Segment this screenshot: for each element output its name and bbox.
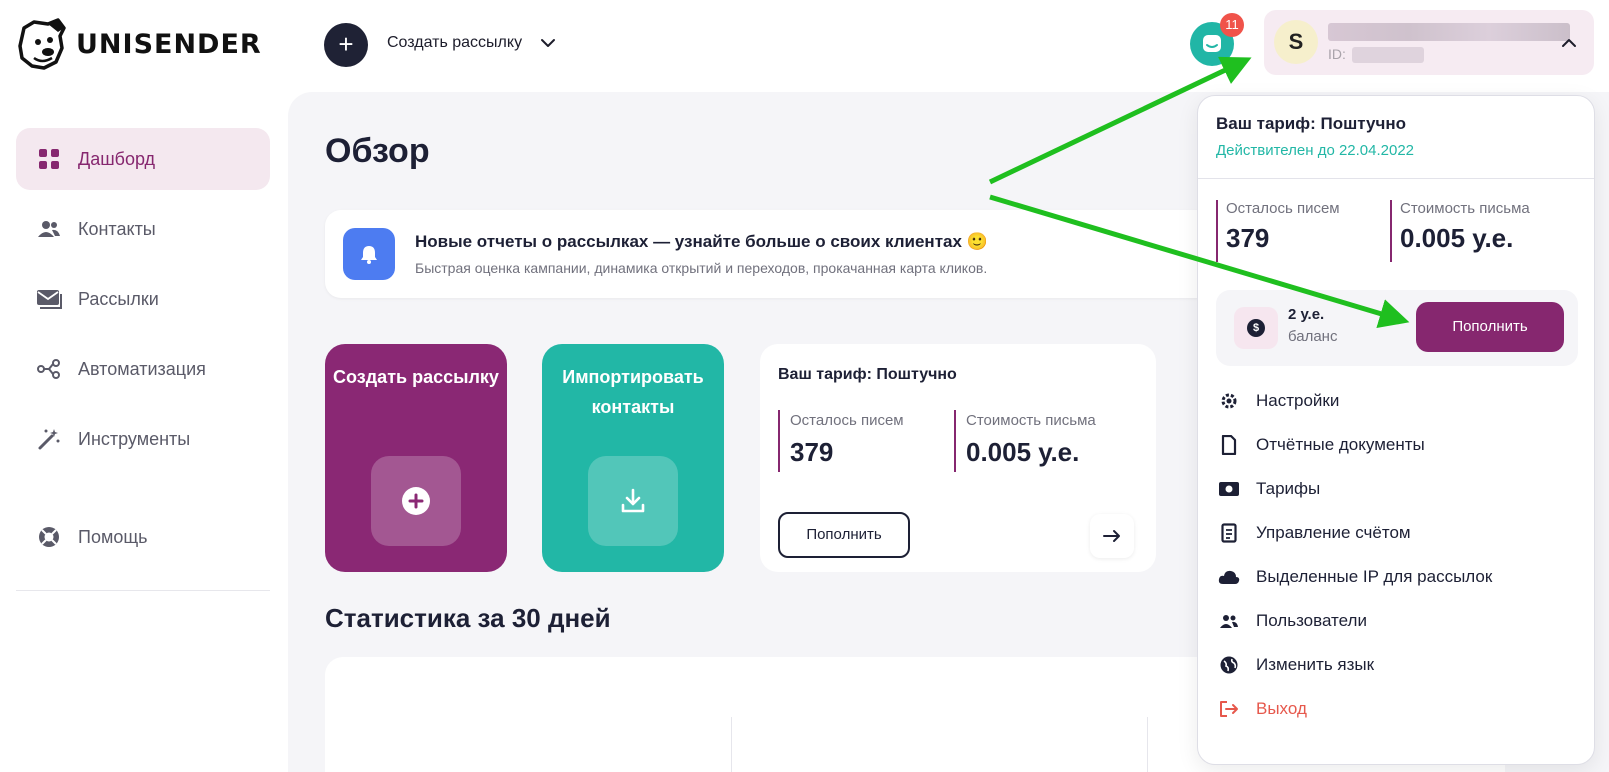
menu-item-language[interactable]: Изменить язык <box>1218 650 1374 680</box>
menu-item-users[interactable]: Пользователи <box>1218 606 1367 636</box>
logout-icon <box>1218 698 1240 720</box>
stat-label: Осталось писем <box>1226 200 1340 217</box>
sidebar-item-label: Автоматизация <box>78 358 206 379</box>
grid-icon <box>36 146 62 172</box>
tariff-card: Ваш тариф: Поштучно Осталось писем 379 С… <box>760 344 1156 572</box>
document-icon <box>1218 434 1240 456</box>
create-campaign-label[interactable]: Создать рассылку <box>387 34 522 52</box>
download-icon <box>588 456 678 546</box>
stat-value: 379 <box>790 437 834 467</box>
stat-value: 0.005 у.е. <box>966 437 1080 467</box>
menu-item-label: Пользователи <box>1256 611 1367 630</box>
import-contacts-tile[interactable]: Импортировать контакты <box>542 344 724 572</box>
sidebar-item-automation[interactable]: Автоматизация <box>16 338 270 400</box>
tariff-title: Ваш тариф: Поштучно <box>1216 114 1406 133</box>
topup-button[interactable]: Пополнить <box>778 512 910 558</box>
arrow-right-icon[interactable] <box>1090 514 1134 558</box>
balance-amount: 2 у.е. <box>1288 306 1325 323</box>
plus-icon: + <box>338 29 354 59</box>
stat-value: 0.005 у.е. <box>1400 223 1514 253</box>
account-name-redacted <box>1328 23 1570 41</box>
stats-title: Статистика за 30 дней <box>325 603 611 633</box>
stat-label: Стоимость письма <box>966 412 1096 429</box>
menu-item-label: Отчётные документы <box>1256 435 1425 454</box>
sidebar-item-dashboard[interactable]: Дашборд <box>16 128 270 190</box>
sidebar-item-contacts[interactable]: Контакты <box>16 198 270 260</box>
stat-label: Осталось писем <box>790 412 904 429</box>
remaining-letters-stat: Осталось писем 379 <box>778 410 904 472</box>
dog-logo-icon <box>18 18 66 70</box>
stat-value: 379 <box>1226 223 1270 253</box>
create-campaign-tile[interactable]: Создать рассылку <box>325 344 507 572</box>
avatar: S <box>1274 20 1318 64</box>
menu-item-settings[interactable]: Настройки <box>1218 386 1339 416</box>
notification-count-badge: 11 <box>1220 13 1244 37</box>
banner-subtitle: Быстрая оценка кампании, динамика открыт… <box>415 260 988 276</box>
topup-button[interactable]: Пополнить <box>1416 302 1564 352</box>
stats-divider <box>1147 717 1148 772</box>
gear-icon <box>1218 390 1240 412</box>
tariff-valid-until: Действителен до 22.04.2022 <box>1216 142 1415 159</box>
users-icon <box>1218 610 1240 632</box>
account-dropdown: Ваш тариф: Поштучно Действителен до 22.0… <box>1197 95 1595 765</box>
menu-item-dedicated-ip[interactable]: Выделенные IP для рассылок <box>1218 562 1492 592</box>
sidebar-item-label: Контакты <box>78 218 156 239</box>
page-title: Обзор <box>325 132 430 170</box>
menu-item-label: Изменить язык <box>1256 655 1375 674</box>
sidebar-item-help[interactable]: Помощь <box>16 506 270 568</box>
mail-icon <box>36 286 62 312</box>
menu-item-account-management[interactable]: Управление счётом <box>1218 518 1411 548</box>
coin-icon: $ <box>1234 307 1278 349</box>
header: UNISENDER + Создать рассылку 11 S ID: <box>0 0 1609 92</box>
cloud-icon <box>1218 566 1240 588</box>
menu-item-label: Управление счётом <box>1256 523 1411 542</box>
chevron-up-icon <box>1562 39 1576 47</box>
tile-title: Создать рассылку <box>333 367 499 387</box>
sidebar-item-label: Дашборд <box>78 148 156 169</box>
sidebar-item-campaigns[interactable]: Рассылки <box>16 268 270 330</box>
stats-divider <box>731 717 732 772</box>
invoice-icon <box>1218 522 1240 544</box>
remaining-letters-stat: Осталось писем 379 <box>1216 200 1340 262</box>
logo[interactable]: UNISENDER <box>14 18 262 70</box>
menu-item-documents[interactable]: Отчётные документы <box>1218 430 1425 460</box>
balance-label: баланс <box>1288 328 1338 345</box>
logo-text: UNISENDER <box>76 28 262 60</box>
stat-label: Стоимость письма <box>1400 200 1530 217</box>
menu-item-label: Тарифы <box>1256 479 1321 498</box>
sidebar-divider <box>16 590 270 591</box>
sidebar-item-label: Помощь <box>78 526 148 547</box>
account-id-label: ID: <box>1328 46 1346 62</box>
users-icon <box>36 216 62 242</box>
globe-icon <box>1218 654 1240 676</box>
balance-box: $ 2 у.е. баланс Пополнить <box>1216 290 1578 366</box>
divider <box>1198 178 1594 179</box>
create-campaign-plus-button[interactable]: + <box>324 23 368 67</box>
sidebar: Дашборд Контакты Рассылки Автоматизация … <box>0 92 288 772</box>
account-id-redacted <box>1352 47 1424 63</box>
menu-item-logout[interactable]: Выход <box>1218 694 1307 724</box>
chevron-down-icon[interactable] <box>538 33 558 53</box>
menu-item-tariffs[interactable]: Тарифы <box>1218 474 1320 504</box>
letter-cost-stat: Стоимость письма 0.005 у.е. <box>954 410 1096 472</box>
banknote-icon <box>1218 478 1240 500</box>
tile-title: Импортировать контакты <box>562 367 704 417</box>
lifebuoy-icon <box>36 524 62 550</box>
sidebar-item-tools[interactable]: Инструменты <box>16 408 270 470</box>
menu-item-label: Выход <box>1256 699 1307 718</box>
sidebar-item-label: Инструменты <box>78 428 191 449</box>
menu-item-label: Настройки <box>1256 391 1340 410</box>
tariff-title: Ваш тариф: Поштучно <box>778 366 957 383</box>
magic-wand-icon <box>36 426 62 452</box>
bell-icon <box>343 228 395 280</box>
banner-title: Новые отчеты о рассылках — узнайте больш… <box>415 232 988 251</box>
sidebar-item-label: Рассылки <box>78 288 159 309</box>
letter-cost-stat: Стоимость письма 0.005 у.е. <box>1390 200 1530 262</box>
menu-item-label: Выделенные IP для рассылок <box>1256 567 1493 586</box>
account-menu-toggle[interactable]: S ID: <box>1264 10 1594 75</box>
share-icon <box>36 356 62 382</box>
plus-circle-icon <box>371 456 461 546</box>
